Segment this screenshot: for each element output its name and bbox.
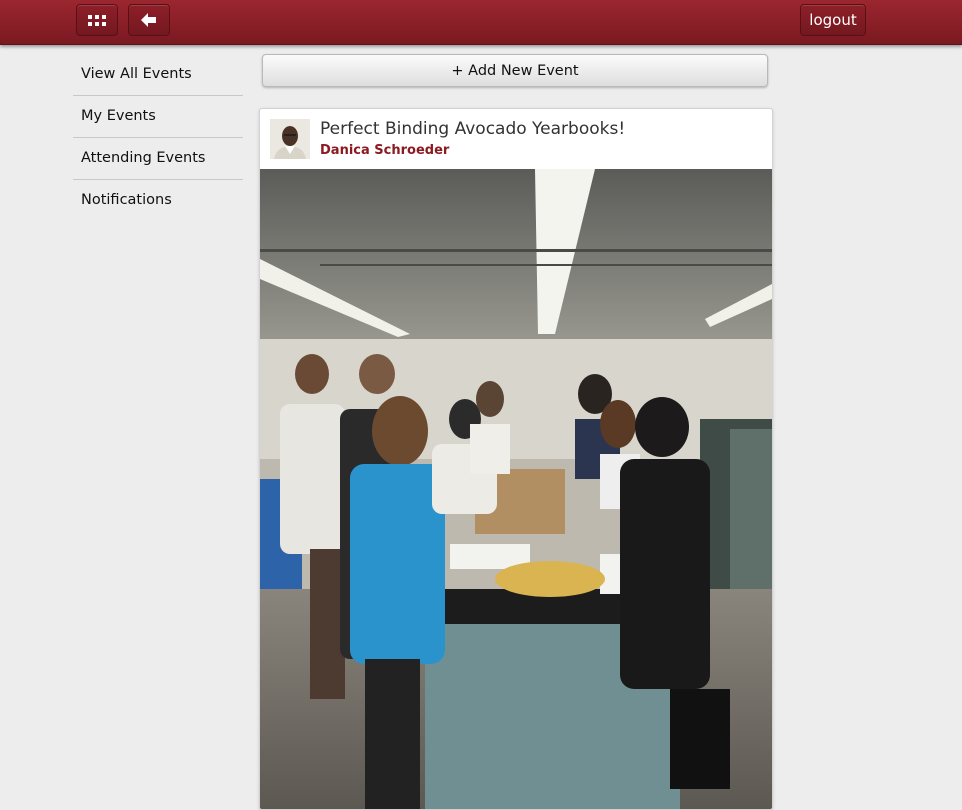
event-title: Perfect Binding Avocado Yearbooks! (320, 119, 626, 139)
sidebar-item-attending-events[interactable]: Attending Events (73, 138, 243, 180)
apps-button[interactable] (76, 4, 118, 36)
sidebar-item-view-all-events[interactable]: View All Events (73, 54, 243, 96)
grid-icon (88, 14, 106, 26)
sidebar: View All Events My Events Attending Even… (73, 54, 243, 221)
logout-button[interactable]: logout (800, 4, 866, 36)
top-bar: logout (0, 0, 962, 45)
sidebar-item-my-events[interactable]: My Events (73, 96, 243, 138)
add-new-event-button[interactable]: + Add New Event (262, 54, 768, 87)
event-card: Perfect Binding Avocado Yearbooks! Danic… (259, 108, 773, 810)
back-button[interactable] (128, 4, 170, 36)
sidebar-item-notifications[interactable]: Notifications (73, 180, 243, 221)
arrow-left-icon (141, 13, 156, 27)
event-author-link[interactable]: Danica Schroeder (320, 143, 449, 158)
event-photo (260, 169, 772, 809)
avatar[interactable] (270, 119, 310, 159)
